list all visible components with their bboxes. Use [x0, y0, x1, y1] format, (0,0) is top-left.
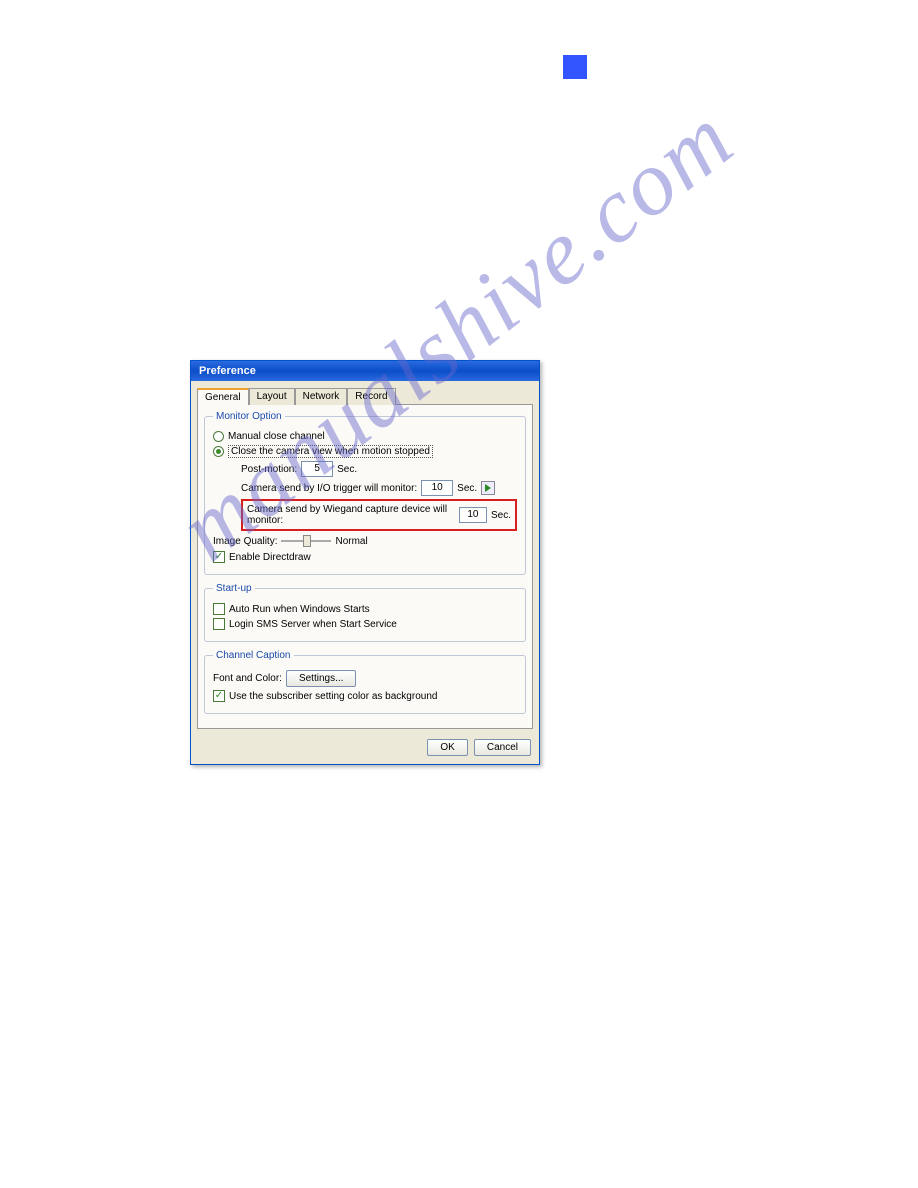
enable-directdraw-row: Enable Directdraw	[213, 551, 517, 563]
wiegand-row: Camera send by Wiegand capture device wi…	[241, 499, 517, 531]
io-trigger-label: Camera send by I/O trigger will monitor:	[241, 483, 417, 494]
auto-run-checkbox[interactable]	[213, 603, 225, 615]
manual-close-label: Manual close channel	[228, 431, 325, 442]
post-motion-sec: Sec.	[337, 464, 357, 475]
use-subscriber-label: Use the subscriber setting color as back…	[229, 691, 437, 702]
cancel-button[interactable]: Cancel	[474, 739, 531, 756]
post-motion-input[interactable]: 5	[301, 461, 333, 477]
login-sms-label: Login SMS Server when Start Service	[229, 619, 397, 630]
image-quality-slider[interactable]	[281, 534, 331, 548]
post-motion-row: Post-motion: 5 Sec.	[241, 461, 517, 477]
slider-thumb[interactable]	[303, 535, 311, 547]
channel-caption-legend: Channel Caption	[213, 650, 294, 661]
tab-record[interactable]: Record	[347, 388, 395, 405]
image-quality-row: Image Quality: Normal	[213, 534, 517, 548]
auto-run-row: Auto Run when Windows Starts	[213, 603, 517, 615]
settings-button[interactable]: Settings...	[286, 670, 356, 687]
tab-network[interactable]: Network	[295, 388, 348, 405]
dialog-titlebar[interactable]: Preference	[191, 361, 539, 381]
close-on-stop-radio[interactable]	[213, 446, 224, 457]
wiegand-input[interactable]: 10	[459, 507, 487, 523]
io-trigger-sec: Sec.	[457, 483, 477, 494]
font-color-label: Font and Color:	[213, 673, 282, 684]
wiegand-label: Camera send by Wiegand capture device wi…	[247, 504, 455, 526]
tab-strip: General Layout Network Record	[191, 381, 539, 404]
dialog-button-row: OK Cancel	[191, 735, 539, 764]
ok-button[interactable]: OK	[427, 739, 467, 756]
close-on-stop-row: Close the camera view when motion stoppe…	[213, 445, 517, 458]
close-on-stop-label: Close the camera view when motion stoppe…	[228, 445, 433, 458]
use-subscriber-checkbox[interactable]	[213, 690, 225, 702]
tab-general[interactable]: General	[197, 388, 249, 405]
font-color-row: Font and Color: Settings...	[213, 670, 517, 687]
monitor-option-legend: Monitor Option	[213, 411, 285, 422]
monitor-option-group: Monitor Option Manual close channel Clos…	[204, 411, 526, 575]
tab-layout[interactable]: Layout	[249, 388, 295, 405]
image-quality-label: Image Quality:	[213, 536, 277, 547]
startup-legend: Start-up	[213, 583, 255, 594]
io-trigger-row: Camera send by I/O trigger will monitor:…	[241, 480, 517, 496]
login-sms-checkbox[interactable]	[213, 618, 225, 630]
startup-group: Start-up Auto Run when Windows Starts Lo…	[204, 583, 526, 642]
auto-run-label: Auto Run when Windows Starts	[229, 604, 370, 615]
login-sms-row: Login SMS Server when Start Service	[213, 618, 517, 630]
tab-panel-general: Monitor Option Manual close channel Clos…	[197, 404, 533, 729]
wiegand-sec: Sec.	[491, 510, 511, 521]
manual-close-radio[interactable]	[213, 431, 224, 442]
channel-caption-group: Channel Caption Font and Color: Settings…	[204, 650, 526, 714]
io-trigger-input[interactable]: 10	[421, 480, 453, 496]
preference-dialog: Preference General Layout Network Record…	[190, 360, 540, 765]
play-icon[interactable]	[481, 481, 495, 495]
enable-directdraw-checkbox[interactable]	[213, 551, 225, 563]
manual-close-row: Manual close channel	[213, 431, 517, 442]
page-marker	[563, 55, 587, 79]
post-motion-label: Post-motion:	[241, 464, 297, 475]
use-subscriber-row: Use the subscriber setting color as back…	[213, 690, 517, 702]
enable-directdraw-label: Enable Directdraw	[229, 552, 311, 563]
image-quality-value: Normal	[335, 536, 367, 547]
